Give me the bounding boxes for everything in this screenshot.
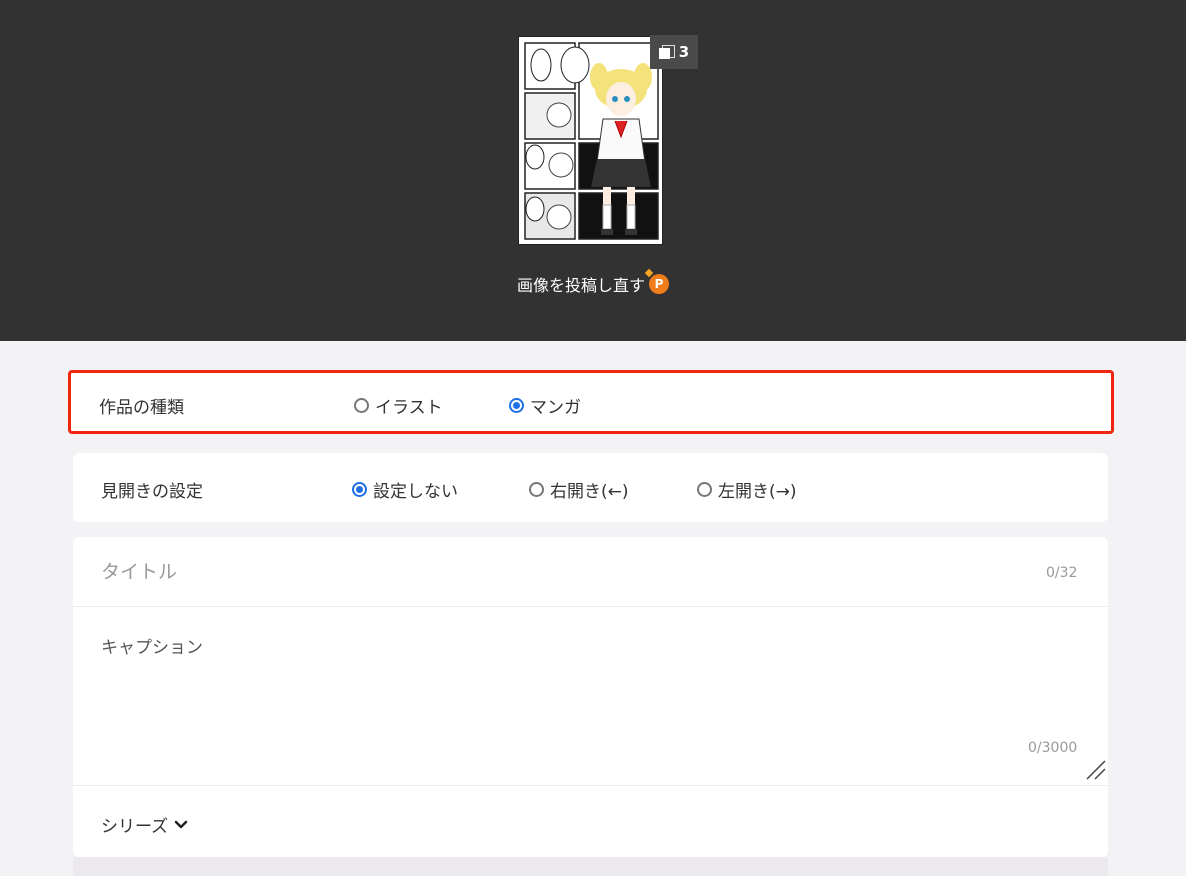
radio-unchecked-icon [354,398,369,413]
spread-none-label: 設定しない [373,482,458,502]
radio-checked-icon [509,398,524,413]
work-type-setting: 作品の種類 イラスト マンガ [68,370,1114,434]
radio-unchecked-icon [529,482,544,497]
work-type-label: 作品の種類 [99,398,184,418]
radio-checked-icon [352,482,367,497]
series-row: シリーズ [73,785,1108,857]
spread-none-radio[interactable]: 設定しない [352,477,458,502]
chevron-down-icon [174,820,188,828]
title-counter: 0/32 [1046,565,1078,581]
resize-handle-icon[interactable] [1085,759,1107,781]
series-label: シリーズ [101,817,169,837]
work-type-manga-radio[interactable]: マンガ [509,393,581,418]
upload-preview-area: 3 画像を投稿し直す P [0,0,1186,341]
premium-p-icon: P [649,274,669,294]
multiple-pages-icon [658,45,675,59]
spread-right-radio[interactable]: 右開き(←) [529,477,629,502]
spread-left-radio[interactable]: 左開き(→) [697,477,797,502]
manga-page-drawing [519,37,662,244]
manga-page-image [518,36,663,245]
manga-thumbnail[interactable]: 3 [486,35,698,247]
radio-unchecked-icon [697,482,712,497]
work-type-manga-label: マンガ [530,398,581,418]
spread-left-label: 左開き(→) [718,482,797,502]
work-type-illust-label: イラスト [375,398,443,418]
text-fields-card: 0/32 0/3000 シリーズ [73,537,1108,857]
repost-images-label: 画像を投稿し直す [516,276,645,295]
page-count-badge: 3 [650,35,698,69]
next-section-edge [73,857,1108,876]
spread-right-label: 右開き(←) [550,482,629,502]
series-toggle[interactable]: シリーズ [101,812,188,837]
caption-counter: 0/3000 [1028,740,1078,756]
repost-images-button[interactable]: 画像を投稿し直す P [0,272,1186,296]
work-type-illust-radio[interactable]: イラスト [354,393,443,418]
caption-textarea[interactable] [101,633,1061,763]
spread-setting: 見開きの設定 設定しない 右開き(←) 左開き(→) [73,453,1108,522]
spread-label: 見開きの設定 [101,482,203,502]
title-input[interactable] [101,559,1001,585]
page-count: 3 [678,43,690,61]
title-row: 0/32 [73,537,1108,607]
